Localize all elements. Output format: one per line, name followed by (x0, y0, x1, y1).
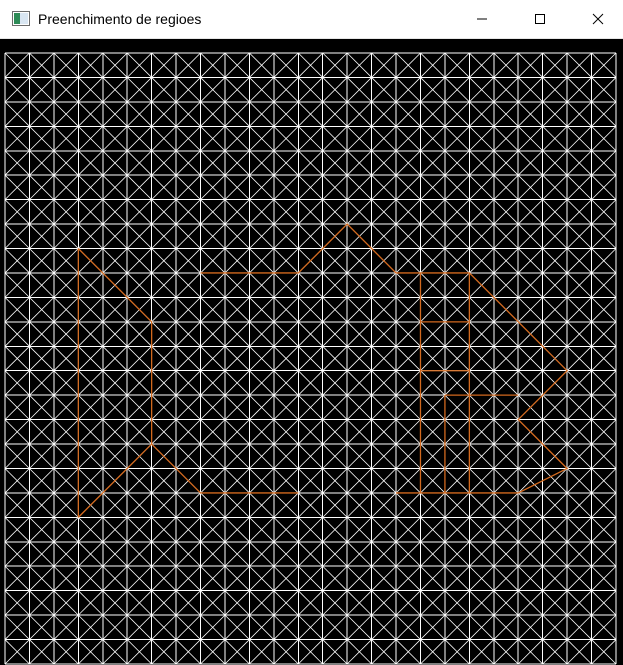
minimize-icon (477, 18, 487, 20)
drawing-canvas[interactable] (0, 39, 623, 665)
close-icon (592, 13, 604, 25)
close-button[interactable] (575, 0, 621, 38)
window-title: Preenchimento de regioes (38, 11, 202, 27)
canvas-background (0, 39, 623, 665)
grid-canvas-svg (0, 39, 623, 665)
title-bar[interactable]: Preenchimento de regioes (0, 0, 623, 39)
minimize-button[interactable] (459, 0, 505, 38)
app-icon (12, 11, 30, 26)
maximize-button[interactable] (517, 0, 563, 38)
maximize-icon (535, 14, 545, 24)
